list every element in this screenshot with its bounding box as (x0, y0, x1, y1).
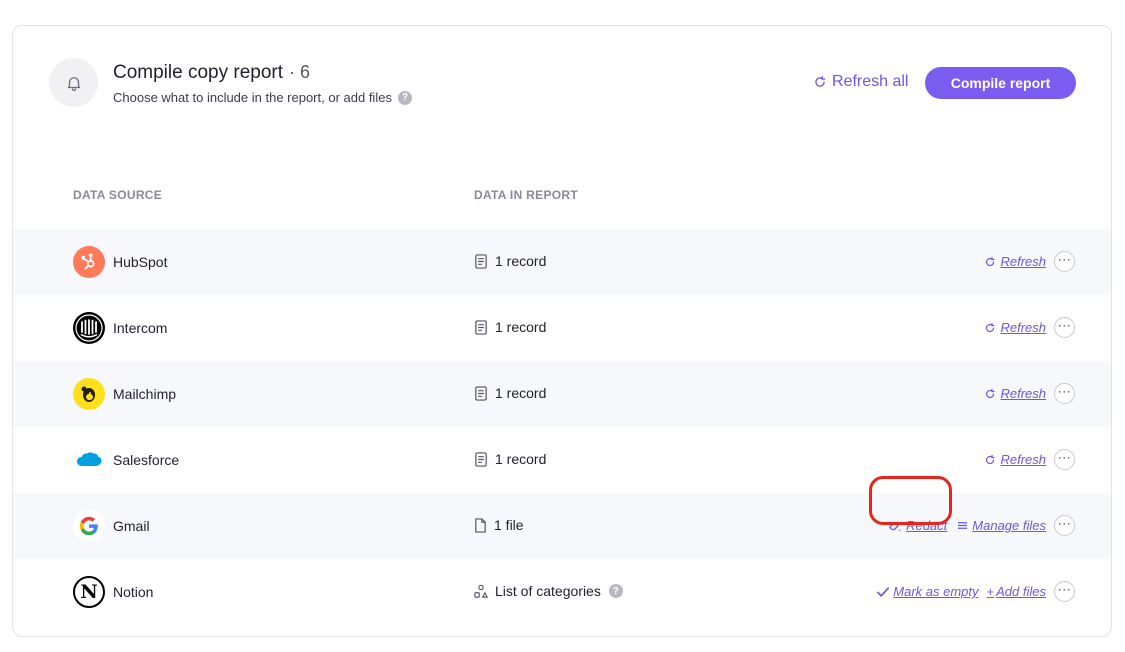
data-in-report-cell: 1 record (474, 319, 546, 335)
bell-icon (49, 58, 98, 107)
refresh-icon (986, 454, 996, 464)
salesforce-logo-icon (73, 444, 105, 476)
source-name: Intercom (113, 320, 168, 336)
intercom-logo-icon (73, 312, 105, 344)
redact-link[interactable]: Redact (888, 518, 947, 533)
mailchimp-logo-icon (73, 378, 105, 410)
data-in-report-value: 1 record (495, 253, 547, 269)
page-subtitle: Choose what to include in the report, or… (113, 90, 392, 105)
page-subtitle-row: Choose what to include in the report, or… (113, 90, 412, 105)
manage-files-link[interactable]: Manage files (957, 518, 1046, 533)
table-row-gmail: Gmail 1 file Redact Manage files ··· (13, 493, 1111, 559)
document-icon (475, 319, 487, 335)
source-name: HubSpot (113, 254, 168, 270)
data-in-report-value: 1 file (494, 517, 524, 533)
refresh-icon (986, 388, 996, 398)
data-in-report-value: 1 record (495, 385, 547, 401)
table-row-salesforce: Salesforce 1 record Refresh ··· (13, 427, 1111, 493)
document-icon (475, 385, 487, 401)
table-row-notion: N Notion List of categories ? Mark as em… (13, 559, 1111, 625)
more-options-button[interactable]: ··· (1054, 251, 1075, 272)
refresh-all-label: Refresh all (832, 73, 909, 90)
refresh-icon (986, 256, 996, 266)
plus-icon: + (986, 584, 995, 599)
data-source-list: HubSpot 1 record Refresh ··· Intercom 1 … (13, 229, 1111, 625)
row-actions: Refresh ··· (984, 383, 1075, 404)
row-actions: Mark as empty + Add files ··· (877, 581, 1075, 602)
refresh-link[interactable]: Refresh (984, 254, 1046, 269)
source-count: · 6 (289, 62, 311, 82)
column-header-data-source: DATA SOURCE (73, 188, 163, 202)
row-actions: Redact Manage files ··· (888, 515, 1075, 536)
page-title: Compile copy report (113, 62, 284, 83)
refresh-link[interactable]: Refresh (984, 386, 1046, 401)
refresh-icon (815, 76, 826, 87)
help-icon[interactable]: ? (608, 584, 623, 598)
data-in-report-cell: List of categories ? (474, 583, 623, 599)
document-icon (475, 451, 487, 467)
more-options-button[interactable]: ··· (1054, 581, 1075, 602)
refresh-link[interactable]: Refresh (984, 452, 1046, 467)
source-name: Notion (113, 584, 154, 600)
data-in-report-value: 1 record (495, 319, 547, 335)
file-icon (475, 517, 486, 533)
source-name: Salesforce (113, 452, 180, 468)
table-row-mailchimp: Mailchimp 1 record Refresh ··· (13, 361, 1111, 427)
compile-report-card: Compile copy report · 6 Choose what to i… (12, 25, 1112, 637)
data-in-report-cell: 1 record (474, 385, 546, 401)
help-icon[interactable]: ? (397, 90, 412, 105)
document-icon (475, 253, 487, 269)
list-icon (958, 522, 968, 529)
data-in-report-value: List of categories (495, 583, 601, 599)
categories-icon (474, 584, 488, 598)
more-options-button[interactable]: ··· (1054, 383, 1075, 404)
row-actions: Refresh ··· (984, 449, 1075, 470)
eraser-icon (889, 521, 901, 531)
google-logo-icon (73, 510, 105, 542)
more-options-button[interactable]: ··· (1054, 449, 1075, 470)
more-options-button[interactable]: ··· (1054, 515, 1075, 536)
add-files-link[interactable]: + Add files (987, 584, 1046, 599)
notion-logo-icon: N (73, 576, 105, 608)
data-in-report-cell: 1 record (474, 253, 546, 269)
column-header-data-in-report: DATA IN REPORT (474, 188, 578, 202)
page-title-row: Compile copy report · 6 (113, 62, 310, 84)
compile-report-button[interactable]: Compile report (925, 67, 1076, 99)
row-actions: Refresh ··· (984, 251, 1075, 272)
data-in-report-value: 1 record (495, 451, 547, 467)
table-row-hubspot: HubSpot 1 record Refresh ··· (13, 229, 1111, 295)
checkmark-icon (877, 586, 890, 597)
table-row-intercom: Intercom 1 record Refresh ··· (13, 295, 1111, 361)
refresh-all-button[interactable]: Refresh all (813, 73, 908, 91)
hubspot-logo-icon (73, 246, 105, 278)
row-actions: Refresh ··· (984, 317, 1075, 338)
data-in-report-cell: 1 record (474, 451, 546, 467)
refresh-icon (986, 322, 996, 332)
data-in-report-cell: 1 file (474, 517, 524, 533)
refresh-link[interactable]: Refresh (984, 320, 1046, 335)
source-name: Mailchimp (113, 386, 177, 402)
mark-as-empty-link[interactable]: Mark as empty (877, 584, 979, 599)
source-name: Gmail (113, 518, 150, 534)
more-options-button[interactable]: ··· (1054, 317, 1075, 338)
